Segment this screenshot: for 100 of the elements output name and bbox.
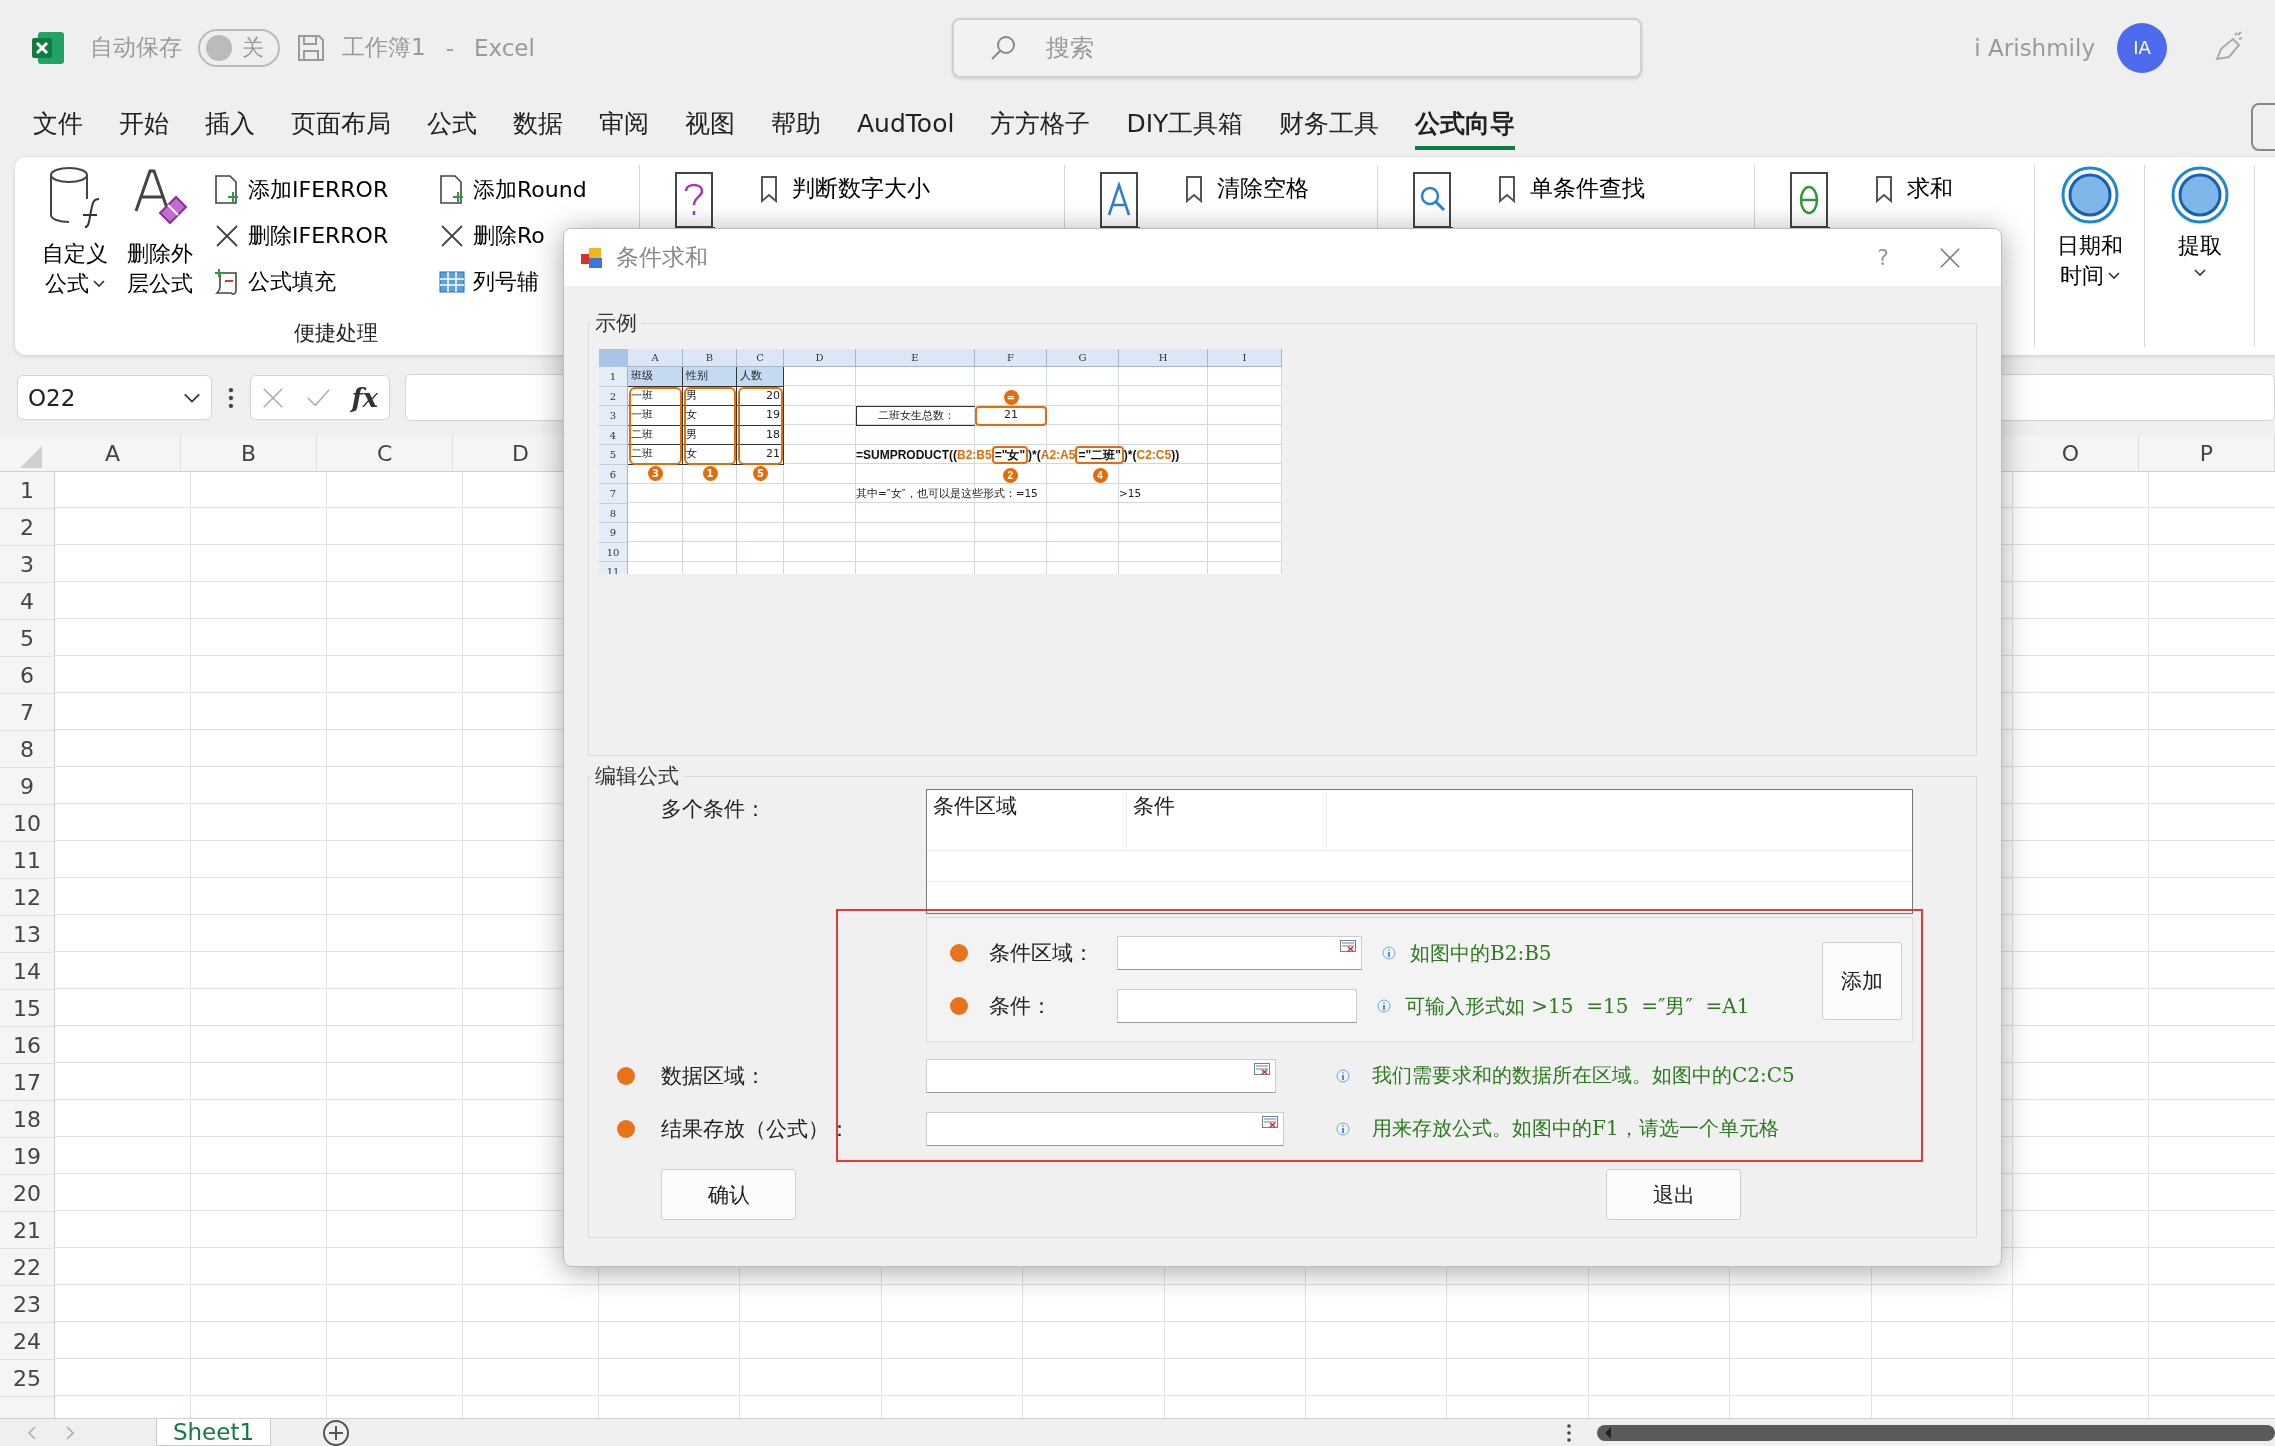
add-button[interactable]: 添加 bbox=[1822, 942, 1902, 1020]
list-column-header[interactable]: 条件 bbox=[1127, 790, 1327, 850]
row-header[interactable]: 3 bbox=[0, 546, 55, 583]
scroll-left-icon[interactable] bbox=[1603, 1425, 1613, 1440]
ribbon-button[interactable]: 添加IFERROR bbox=[214, 167, 439, 213]
row-header[interactable]: 13 bbox=[0, 916, 55, 953]
large-button[interactable]: 日期和 时间 bbox=[2056, 165, 2123, 347]
range-picker-icon[interactable] bbox=[1340, 940, 1356, 952]
ribbon-tab[interactable]: 公式 bbox=[427, 100, 477, 150]
ribbon-button[interactable]: 求和 bbox=[1875, 169, 1953, 208]
range-picker-icon[interactable] bbox=[1262, 1115, 1278, 1128]
cancel-icon[interactable] bbox=[261, 385, 286, 410]
exit-button[interactable]: 退出 bbox=[1606, 1169, 1741, 1220]
large-button[interactable]: 删除外 层公式 bbox=[117, 165, 202, 311]
row-header[interactable]: 23 bbox=[0, 1286, 55, 1323]
save-icon[interactable] bbox=[296, 32, 326, 63]
formula-text: )*( bbox=[1028, 447, 1041, 462]
column-header[interactable]: O bbox=[2003, 435, 2139, 471]
row-header[interactable]: 15 bbox=[0, 990, 55, 1027]
condition-input[interactable] bbox=[1117, 989, 1357, 1023]
formula-text: )*( bbox=[1123, 447, 1137, 462]
ribbon-tab[interactable]: 公式向导 bbox=[1415, 100, 1516, 150]
row-header[interactable]: 1 bbox=[0, 472, 55, 509]
list-column-header[interactable]: 条件区域 bbox=[927, 790, 1127, 850]
large-button[interactable]: 提取 bbox=[2169, 165, 2230, 347]
row-header[interactable]: 17 bbox=[0, 1064, 55, 1101]
row-header[interactable]: 24 bbox=[0, 1323, 55, 1360]
ribbon-button[interactable]: 清除空格 bbox=[1185, 169, 1309, 208]
ribbon-tab[interactable]: 数据 bbox=[513, 100, 563, 150]
row-header[interactable]: 14 bbox=[0, 953, 55, 990]
confirm-button[interactable]: 确认 bbox=[661, 1169, 796, 1220]
step-marker: 4 bbox=[1092, 467, 1108, 483]
ribbon-tab[interactable]: DIY工具箱 bbox=[1126, 100, 1244, 150]
ribbon-button[interactable]: 删除IFERROR bbox=[214, 213, 439, 259]
ribbon-tab[interactable]: 财务工具 bbox=[1279, 100, 1380, 150]
insert-function-button[interactable]: fx bbox=[351, 382, 379, 413]
row-header[interactable]: 7 bbox=[0, 694, 55, 731]
autosave-label: 自动保存 bbox=[90, 33, 182, 62]
ribbon-tab[interactable]: 开始 bbox=[119, 100, 169, 150]
row-header[interactable]: 16 bbox=[0, 1027, 55, 1064]
toolbar-button[interactable] bbox=[2251, 103, 2275, 151]
row-header[interactable]: 2 bbox=[0, 509, 55, 546]
row-header[interactable]: 22 bbox=[0, 1249, 55, 1286]
ribbon-button[interactable]: 添加Round bbox=[439, 167, 639, 213]
table-cell: 性别 bbox=[683, 367, 737, 387]
row-header[interactable]: 18 bbox=[0, 1101, 55, 1138]
close-icon[interactable] bbox=[1939, 246, 1961, 269]
ribbon-tab[interactable]: 视图 bbox=[685, 100, 735, 150]
ribbon-tab[interactable]: 插入 bbox=[205, 100, 255, 150]
row-header[interactable]: 12 bbox=[0, 879, 55, 916]
ribbon-button[interactable]: 单条件查找 bbox=[1498, 169, 1645, 208]
bookmark-icon bbox=[1498, 174, 1516, 203]
range-input[interactable] bbox=[926, 1058, 1276, 1093]
step-marker: 1 bbox=[702, 465, 718, 481]
row-header[interactable]: 11 bbox=[0, 842, 55, 879]
row-header[interactable]: 5 bbox=[0, 620, 55, 657]
row-header[interactable]: 20 bbox=[0, 1175, 55, 1212]
range-input[interactable] bbox=[926, 1111, 1284, 1146]
row-header[interactable]: 8 bbox=[0, 731, 55, 768]
ribbon-button[interactable]: 公式填充 bbox=[214, 259, 439, 305]
ribbon-tab[interactable]: 帮助 bbox=[771, 100, 821, 150]
more-icon[interactable] bbox=[1566, 1422, 1572, 1443]
large-button[interactable]: 自定义 公式 bbox=[33, 165, 118, 311]
column-header[interactable]: C bbox=[317, 435, 454, 471]
more-icon[interactable] bbox=[228, 385, 234, 410]
row-header: 3 bbox=[599, 406, 628, 426]
hint-text: 我们需要求和的数据所在区域。如图中的C2:C5 bbox=[1372, 1062, 1795, 1089]
ribbon-tab[interactable]: 审阅 bbox=[599, 100, 649, 150]
search-field[interactable]: 搜索 bbox=[952, 17, 1642, 78]
row-header: 5 bbox=[599, 445, 628, 465]
row-header[interactable]: 21 bbox=[0, 1212, 55, 1249]
row-header[interactable]: 6 bbox=[0, 657, 55, 694]
sheet-tab[interactable]: Sheet1 bbox=[156, 1419, 271, 1446]
row-header: 1 bbox=[599, 367, 628, 387]
column-header[interactable]: B bbox=[181, 435, 318, 471]
row-header[interactable]: 9 bbox=[0, 768, 55, 805]
conditions-list[interactable]: 条件区域 条件 bbox=[926, 789, 1913, 914]
name-box[interactable]: O22 bbox=[17, 375, 213, 420]
column-header[interactable]: P bbox=[2139, 435, 2275, 471]
row-header[interactable]: 19 bbox=[0, 1138, 55, 1175]
ribbon-button[interactable]: 判断数字大小 bbox=[760, 169, 930, 208]
ribbon-tab[interactable]: AudTool bbox=[857, 102, 955, 148]
column-header[interactable]: A bbox=[45, 435, 182, 471]
formula-text: B2:B5 bbox=[957, 447, 992, 462]
scroll-left-icon[interactable] bbox=[26, 1424, 38, 1441]
ribbon-tab[interactable]: 方方格子 bbox=[990, 100, 1091, 150]
row-header[interactable]: 4 bbox=[0, 583, 55, 620]
scroll-right-icon[interactable] bbox=[64, 1424, 76, 1441]
table-cell: 19 bbox=[737, 406, 784, 426]
row-header[interactable]: 10 bbox=[0, 805, 55, 842]
horizontal-scrollbar[interactable] bbox=[1597, 1424, 2275, 1441]
avatar[interactable]: IA bbox=[2117, 22, 2167, 73]
row-header[interactable]: 25 bbox=[0, 1360, 55, 1397]
add-sheet-icon[interactable] bbox=[321, 1417, 351, 1446]
range-picker-icon[interactable] bbox=[1254, 1062, 1270, 1075]
step-icon bbox=[949, 943, 969, 963]
ribbon-tab[interactable]: 文件 bbox=[33, 100, 83, 150]
field-label: 条件区域： bbox=[989, 940, 1095, 967]
range-input[interactable] bbox=[1117, 936, 1362, 970]
ribbon-tab[interactable]: 页面布局 bbox=[291, 100, 391, 150]
